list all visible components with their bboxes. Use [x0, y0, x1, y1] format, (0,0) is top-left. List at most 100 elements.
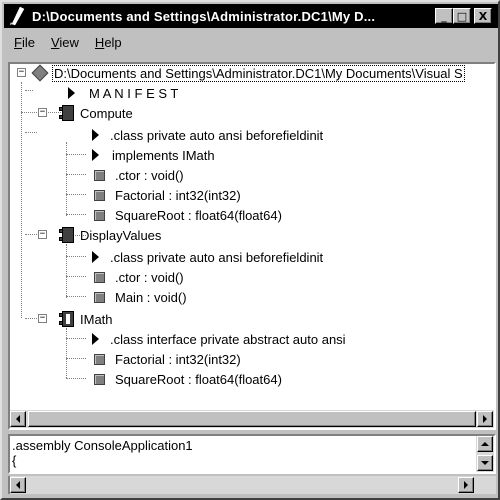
tree-line — [66, 328, 67, 378]
scroll-thumb[interactable] — [28, 411, 476, 427]
tree-line — [66, 256, 86, 257]
code-text[interactable]: .assembly ConsoleApplication1{ — [12, 438, 476, 468]
tree-line — [66, 378, 86, 379]
triangle-icon — [92, 333, 99, 345]
triangle-icon — [68, 87, 75, 99]
tree-node-implements[interactable]: implements IMath — [92, 146, 215, 164]
triangle-icon — [92, 149, 99, 161]
tree-content: − D:\Documents and Settings\Administrato… — [10, 64, 494, 410]
tree-node-method[interactable]: Main : void() — [94, 288, 187, 306]
maximize-button[interactable]: □ — [453, 8, 471, 24]
tree-node-class-decl[interactable]: .class private auto ansi beforefieldinit — [92, 248, 323, 266]
tree-node-method[interactable]: Factorial : int32(int32) — [94, 350, 241, 368]
tree-node-root[interactable]: D:\Documents and Settings\Administrator.… — [31, 64, 465, 82]
root-expander[interactable]: − — [17, 68, 26, 77]
tree-line — [66, 244, 67, 298]
tree-horizontal-scrollbar[interactable] — [10, 410, 494, 428]
tree-node-label: Compute — [80, 105, 133, 121]
tree-node-compute[interactable]: Compute — [59, 104, 133, 122]
scroll-right-button[interactable] — [477, 411, 493, 427]
tree-line — [66, 174, 86, 175]
tree-node-method[interactable]: SquareRoot : float64(float64) — [94, 370, 282, 388]
tree-line — [25, 90, 33, 91]
triangle-icon — [92, 129, 99, 141]
tree-node-imath[interactable]: IMath — [59, 310, 113, 328]
tree-node-method[interactable]: .ctor : void() — [94, 166, 184, 184]
scroll-left-button[interactable] — [10, 477, 26, 493]
tree-line — [66, 296, 86, 297]
close-icon: X — [478, 9, 488, 23]
close-button[interactable]: X — [474, 8, 492, 24]
tree-node-label: D:\Documents and Settings\Administrator.… — [52, 64, 465, 82]
tree-node-label: Main : void() — [115, 289, 187, 305]
app-icon[interactable] — [8, 6, 26, 26]
compute-expander[interactable]: − — [38, 108, 47, 117]
arrow-up-icon — [481, 442, 489, 446]
code-line: { — [12, 453, 17, 468]
minimize-icon: _ — [441, 9, 447, 23]
ildasm-window: D:\Documents and Settings\Administrator.… — [0, 0, 500, 500]
tree-node-label: IMath — [80, 311, 113, 327]
title-bar[interactable]: D:\Documents and Settings\Administrator.… — [4, 4, 498, 28]
code-horizontal-scrollbar[interactable] — [8, 476, 496, 494]
tree-line — [66, 276, 86, 277]
tree-node-label: Factorial : int32(int32) — [115, 187, 241, 203]
method-icon — [94, 291, 105, 303]
assembly-diamond-icon — [31, 64, 49, 82]
menu-bar: File View Help — [4, 32, 498, 52]
tree-line — [25, 318, 37, 319]
tree-line — [66, 358, 86, 359]
tree-node-class-decl[interactable]: .class private auto ansi beforefieldinit — [92, 126, 323, 144]
arrow-left-icon — [16, 415, 20, 423]
interface-icon — [59, 311, 76, 327]
menu-view[interactable]: View — [51, 35, 79, 50]
tree-line — [66, 338, 86, 339]
tree-view[interactable]: − D:\Documents and Settings\Administrato… — [8, 62, 496, 430]
tree-node-class-decl[interactable]: .class interface private abstract auto a… — [92, 330, 346, 348]
menu-file[interactable]: File — [14, 35, 35, 50]
tree-node-label: .class private auto ansi beforefieldinit — [110, 249, 324, 265]
window-title: D:\Documents and Settings\Administrator.… — [32, 8, 376, 24]
tree-node-label: DisplayValues — [80, 227, 162, 243]
menu-help[interactable]: Help — [95, 35, 122, 50]
arrow-left-icon — [16, 481, 20, 489]
tree-node-method[interactable]: Factorial : int32(int32) — [94, 186, 241, 204]
arrow-down-icon — [481, 461, 489, 465]
tree-node-displayvalues[interactable]: DisplayValues — [59, 226, 161, 244]
tree-line — [66, 214, 86, 215]
tree-node-label: SquareRoot : float64(float64) — [115, 207, 282, 223]
scroll-down-button[interactable] — [477, 455, 493, 471]
arrow-right-icon — [483, 415, 487, 423]
method-icon — [94, 353, 105, 365]
code-line: .assembly ConsoleApplication1 — [12, 438, 193, 453]
method-icon — [94, 189, 105, 201]
class-icon — [59, 227, 76, 243]
scroll-right-button[interactable] — [458, 477, 474, 493]
tree-node-method[interactable]: SquareRoot : float64(float64) — [94, 206, 282, 224]
tree-node-label: .class private auto ansi beforefieldinit — [110, 127, 324, 143]
disassembly-pane[interactable]: .assembly ConsoleApplication1{ — [8, 434, 496, 474]
arrow-right-icon — [464, 481, 468, 489]
scroll-left-button[interactable] — [10, 411, 26, 427]
tree-node-label: SquareRoot : float64(float64) — [115, 371, 282, 387]
tree-line — [66, 154, 86, 155]
displayvalues-expander[interactable]: − — [38, 230, 47, 239]
method-icon — [94, 209, 105, 221]
imath-expander[interactable]: − — [38, 314, 47, 323]
tree-line — [21, 82, 22, 318]
tree-node-label: M A N I F E S T — [89, 85, 179, 101]
tree-node-label: Factorial : int32(int32) — [115, 351, 241, 367]
method-icon — [94, 169, 105, 181]
triangle-icon — [92, 251, 99, 263]
tree-line — [25, 234, 37, 235]
tree-line — [66, 194, 86, 195]
minimize-button[interactable]: _ — [435, 8, 453, 24]
scroll-up-button[interactable] — [477, 436, 493, 452]
code-vertical-scrollbar[interactable] — [476, 436, 494, 472]
tree-node-label: .class interface private abstract auto a… — [110, 331, 346, 347]
tree-node-label: .ctor : void() — [115, 269, 184, 285]
maximize-icon: □ — [456, 9, 468, 23]
tree-node-manifest[interactable]: M A N I F E S T — [68, 84, 178, 102]
tree-node-label: implements IMath — [112, 147, 215, 163]
tree-node-method[interactable]: .ctor : void() — [94, 268, 184, 286]
